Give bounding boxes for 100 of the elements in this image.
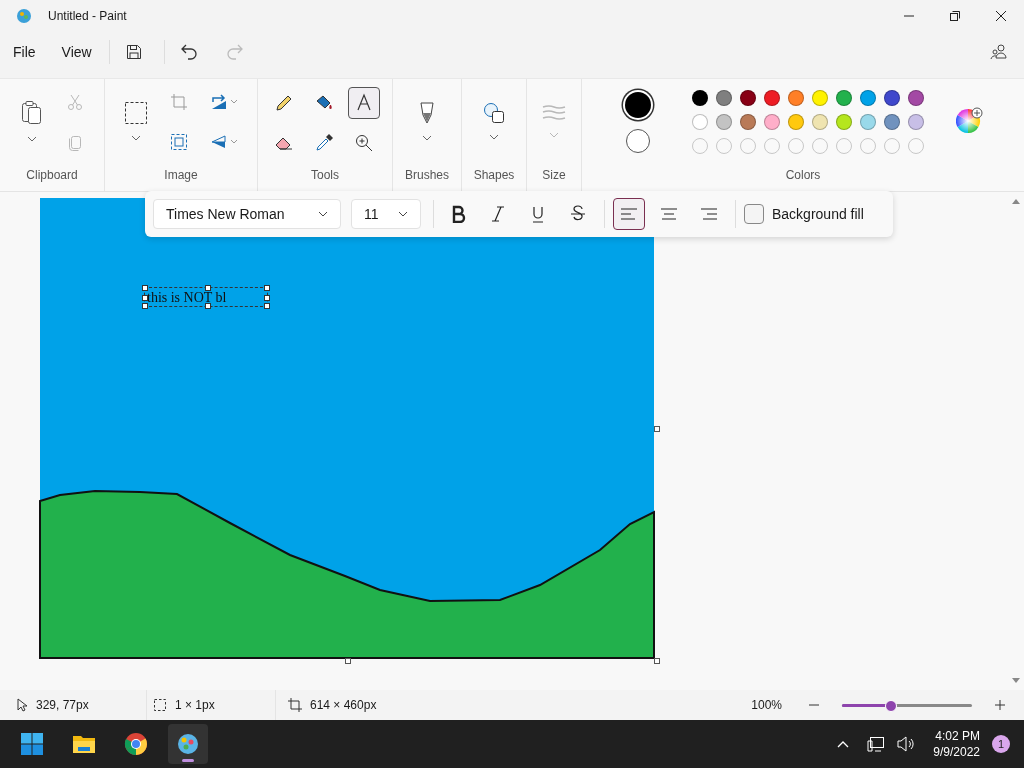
resize-handle[interactable] [654,426,660,432]
plus-icon [994,699,1006,711]
color-swatch[interactable] [764,114,780,130]
selection-icon [124,101,148,125]
resize-handle[interactable] [205,303,211,309]
group-label: Tools [311,168,339,184]
checkbox[interactable] [744,204,764,224]
font-dropdown[interactable]: Times New Roman [153,199,341,229]
clock[interactable]: 4:02 PM 9/9/2022 [933,728,980,760]
chevron-icon [398,211,408,217]
folder-icon [72,733,96,755]
color-swatch[interactable] [812,90,828,106]
app-icon [16,8,32,24]
color-swatch[interactable] [836,90,852,106]
secondary-color[interactable] [626,129,650,153]
pointer-icon [16,698,28,712]
group-label: Brushes [405,168,449,184]
close-icon [995,10,1007,22]
group-label: Image [164,168,198,184]
magnifier-icon [354,133,374,153]
canvas-size-icon [288,698,302,712]
italic-icon [490,205,506,223]
taskbar-app[interactable] [168,724,208,764]
color-swatch[interactable] [692,114,708,130]
menu-item[interactable]: View [52,36,101,68]
color-swatch[interactable] [788,90,804,106]
resize-handle[interactable] [654,658,660,664]
color-swatch[interactable] [860,114,876,130]
color-swatch[interactable] [740,114,756,130]
brush-icon [419,101,435,125]
primary-color[interactable] [625,92,651,118]
window-title: Untitled - Paint [48,9,127,23]
color-swatch[interactable] [740,90,756,106]
resize-handle[interactable] [345,658,351,664]
notification-badge[interactable]: 1 [992,735,1010,753]
crop-icon [170,93,188,111]
color-swatch[interactable] [836,114,852,130]
restore-icon [949,10,961,22]
align-left-button[interactable] [613,198,645,230]
palette-icon [176,732,200,756]
undo-icon [179,43,198,61]
group-label: Shapes [473,168,515,184]
redo-icon [225,43,244,61]
line-width-icon [542,104,566,122]
selection-icon [153,698,167,712]
color-swatch[interactable] [716,90,732,106]
color-swatch[interactable] [764,90,780,106]
color-swatch[interactable] [860,90,876,106]
browser-icon [124,732,148,756]
color-swatch[interactable] [716,114,732,130]
clock-date: 9/9/2022 [933,744,980,760]
checkbox-label: Background fill [772,206,864,222]
color-swatch[interactable] [884,90,900,106]
scroll-up-icon[interactable] [1012,198,1020,204]
chevron-icon [318,211,328,217]
chevron-icon [131,135,141,141]
canvas-size: 614 × 460px [310,698,377,712]
chevron-icon [549,132,559,138]
resize-icon [170,133,188,151]
cursor-position: 329, 77px [36,698,89,712]
text-box[interactable]: this is NOT bl [144,287,268,307]
font-size-dropdown[interactable]: 11 [351,199,421,229]
chevron-icon [27,136,37,142]
align-left-icon [620,207,638,221]
zoom-level: 100% [751,698,782,712]
color-picker-icon [314,133,334,153]
color-wheel-icon[interactable] [956,107,984,135]
rotate-icon [210,93,238,111]
color-swatch[interactable] [884,114,900,130]
chevron-up-icon[interactable] [837,740,850,748]
group-label: Size [542,168,566,184]
underline-icon [530,205,546,223]
clipboard-icon [21,100,43,126]
color-swatch[interactable] [908,90,924,106]
copy-icon [66,133,84,151]
color-swatch[interactable] [908,114,924,130]
slider-thumb[interactable] [885,699,898,712]
pencil-icon [274,93,294,113]
people-icon[interactable] [990,43,1008,61]
network-icon[interactable] [867,736,886,752]
clock-time: 4:02 PM [935,728,980,744]
color-swatch[interactable] [692,90,708,106]
resize-handle[interactable] [205,285,211,291]
align-right-icon [700,207,718,221]
shapes-icon [483,102,505,124]
flip-icon [210,133,238,151]
align-center-icon [660,207,678,221]
menu-item[interactable]: File [4,36,45,68]
scissors-icon [66,93,84,111]
strikethrough-icon [570,205,586,223]
scroll-down-icon[interactable] [1012,678,1020,684]
speaker-icon[interactable] [897,736,916,752]
bold-icon [450,205,466,223]
text-tool[interactable] [348,87,380,119]
group-label: Clipboard [26,168,78,184]
canvas-text: this is NOT bl [147,290,227,306]
windows-icon [20,732,44,756]
color-swatch[interactable] [812,114,828,130]
selection-size: 1 × 1px [175,698,215,712]
color-swatch[interactable] [788,114,804,130]
